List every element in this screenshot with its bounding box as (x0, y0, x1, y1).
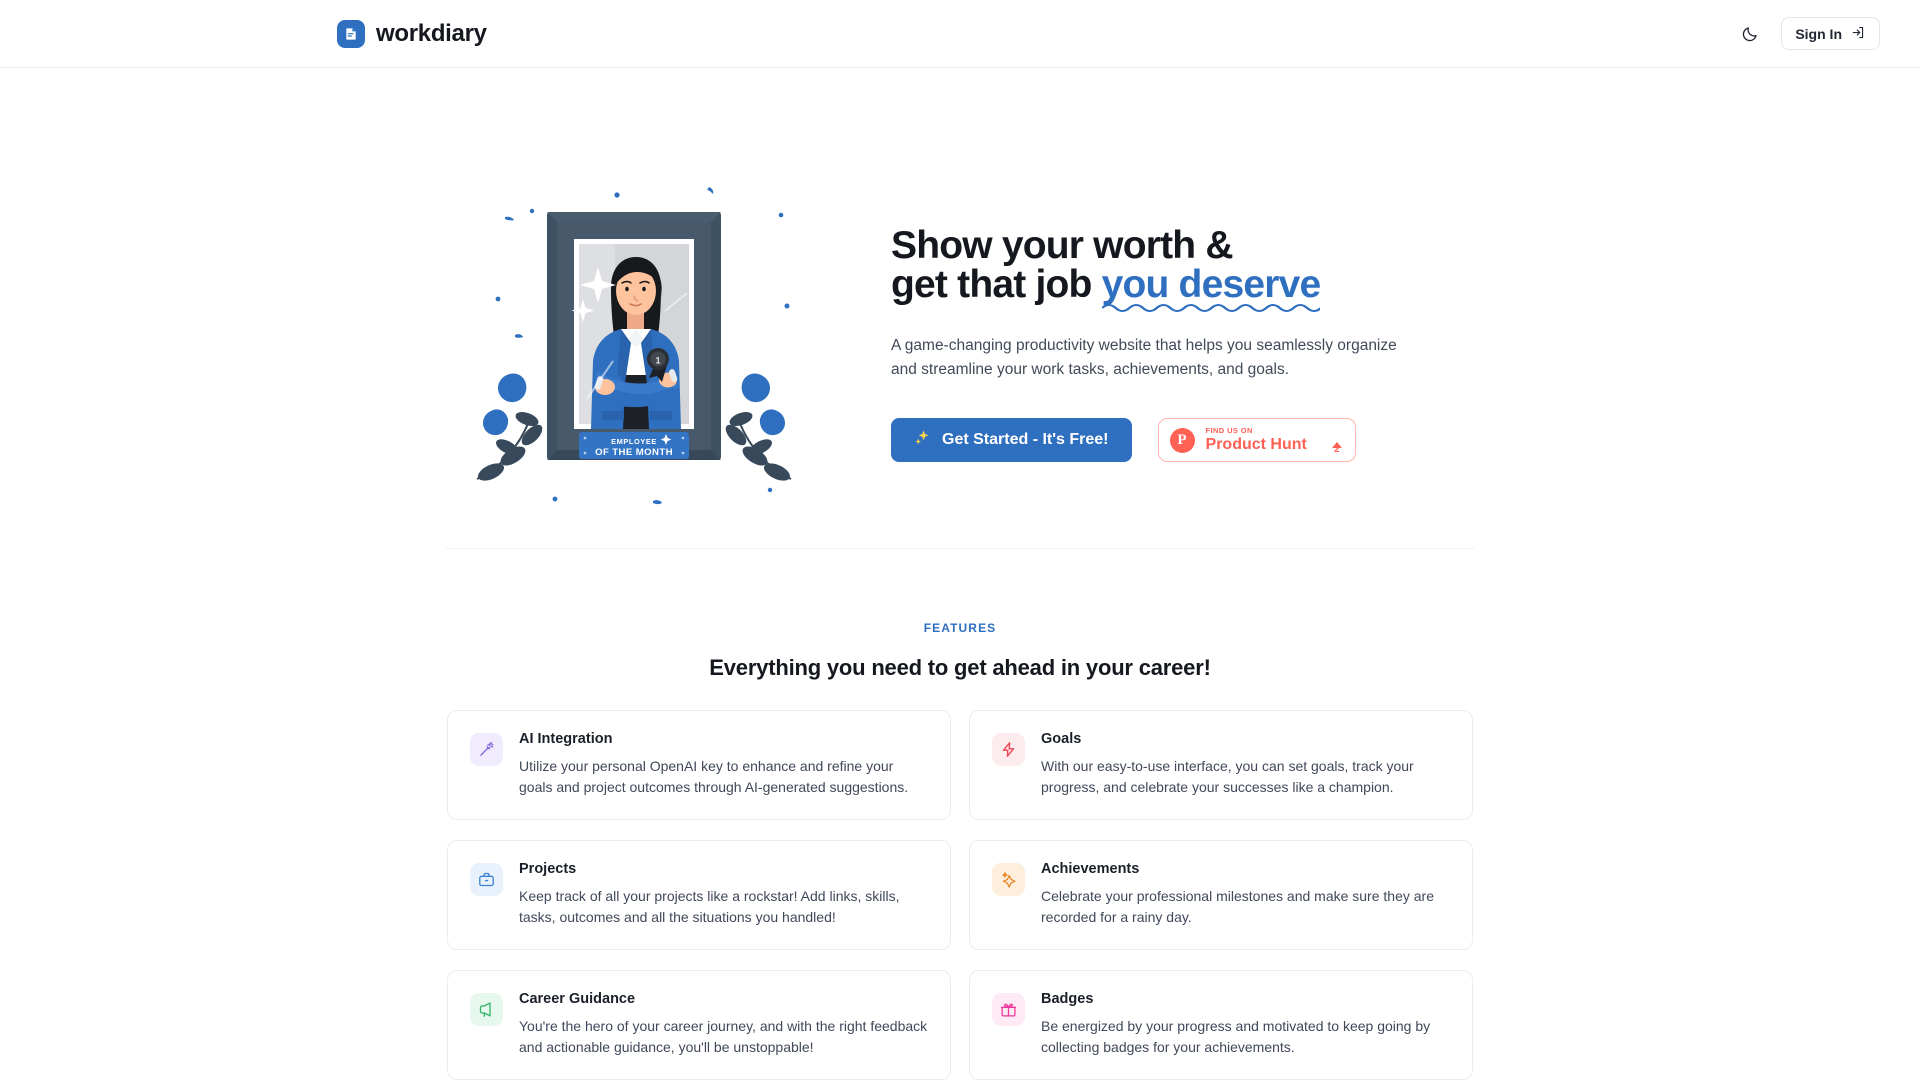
page-title: Show your worth & get that job you deser… (891, 223, 1451, 312)
feature-card-achievements[interactable]: Achievements Celebrate your professional… (969, 840, 1473, 951)
feature-description: With our easy-to-use interface, you can … (1041, 758, 1414, 795)
feature-title: Goals (1041, 731, 1082, 747)
feature-title: AI Integration (519, 731, 613, 747)
moon-icon[interactable] (1737, 21, 1763, 47)
feature-card-ai-integration[interactable]: AI Integration Utilize your personal Ope… (447, 710, 951, 821)
headline-line-1: Show your worth & (891, 223, 1234, 267)
sign-in-label: Sign In (1795, 25, 1842, 42)
sign-in-button[interactable]: Sign In (1781, 17, 1880, 50)
feature-title: Badges (1041, 991, 1094, 1008)
product-hunt-name: Product Hunt (1205, 436, 1307, 454)
headline-accent-text: you deserve (1101, 262, 1322, 306)
briefcase-icon (470, 863, 503, 897)
headline-line-2-plain: get that job (891, 262, 1102, 306)
feature-card-projects[interactable]: Projects Keep track of all your projects… (447, 840, 951, 951)
hero-subtitle: A game-changing productivity website tha… (891, 336, 1397, 378)
note-document-icon (337, 19, 365, 48)
sparkles-icon (914, 429, 931, 451)
feature-card-goals[interactable]: Goals With our easy-to-use interface, yo… (969, 710, 1473, 821)
megaphone-icon (470, 993, 503, 1027)
svg-text:OF THE MONTH: OF THE MONTH (595, 447, 673, 458)
feature-grid: AI Integration Utilize your personal Ope… (447, 710, 1473, 1080)
features-title: Everything you need to get ahead in your… (709, 655, 1211, 680)
site-header: workdiary Sign In (0, 0, 1920, 68)
brand-logo[interactable]: workdiary (337, 19, 487, 48)
feature-title: Achievements (1041, 861, 1140, 878)
feature-card-badges[interactable]: Badges Be energized by your progress and… (969, 970, 1473, 1080)
lightning-bolt-icon (992, 733, 1025, 766)
product-hunt-badge[interactable]: P FIND US ON Product Hunt 2 (1157, 418, 1356, 463)
get-started-button[interactable]: Get Started - It's Free! (891, 418, 1132, 463)
brand-name: workdiary (376, 19, 487, 47)
header-actions: Sign In (1737, 17, 1880, 50)
employee-of-the-month-frame-illustration: 1 EMPLOYEE OF THE MONTH (469, 179, 799, 509)
feature-description: Utilize your personal OpenAI key to enha… (519, 758, 909, 795)
gift-icon (992, 993, 1025, 1027)
hero-copy: Show your worth & get that job you deser… (891, 223, 1451, 463)
get-started-label: Get Started - It's Free! (942, 431, 1109, 449)
product-hunt-icon: P (1169, 427, 1195, 453)
feature-card-career-guidance[interactable]: Career Guidance You're the hero of your … (447, 970, 951, 1080)
product-hunt-kicker: FIND US ON (1205, 425, 1253, 435)
squiggle-underline-icon (1101, 303, 1321, 312)
features-kicker: FEATURES (923, 621, 997, 635)
feature-description: Be energized by your progress and motiva… (1041, 1018, 1431, 1055)
sparkle-star-icon (992, 863, 1025, 897)
feature-description: Celebrate your professional milestones a… (1041, 888, 1434, 925)
feature-title: Career Guidance (519, 991, 636, 1008)
login-arrow-icon (1851, 25, 1866, 43)
hero-section: 1 EMPLOYEE OF THE MONTH Show your worth … (0, 68, 1920, 548)
product-hunt-text: FIND US ON Product Hunt (1206, 427, 1307, 454)
magic-wand-icon (470, 733, 503, 766)
feature-description: You're the hero of your career journey, … (519, 1018, 928, 1055)
headline-accent: you deserve (1101, 262, 1322, 312)
product-hunt-votes[interactable]: 2 (1331, 424, 1342, 455)
hero-cta-row: Get Started - It's Free! P FIND US ON Pr… (891, 418, 1451, 463)
features-section: FEATURES Everything you need to get ahea… (0, 549, 1920, 1080)
svg-text:EMPLOYEE: EMPLOYEE (611, 437, 657, 446)
feature-title: Projects (519, 861, 577, 878)
feature-description: Keep track of all your projects like a r… (519, 888, 900, 925)
svg-text:1: 1 (655, 356, 660, 366)
